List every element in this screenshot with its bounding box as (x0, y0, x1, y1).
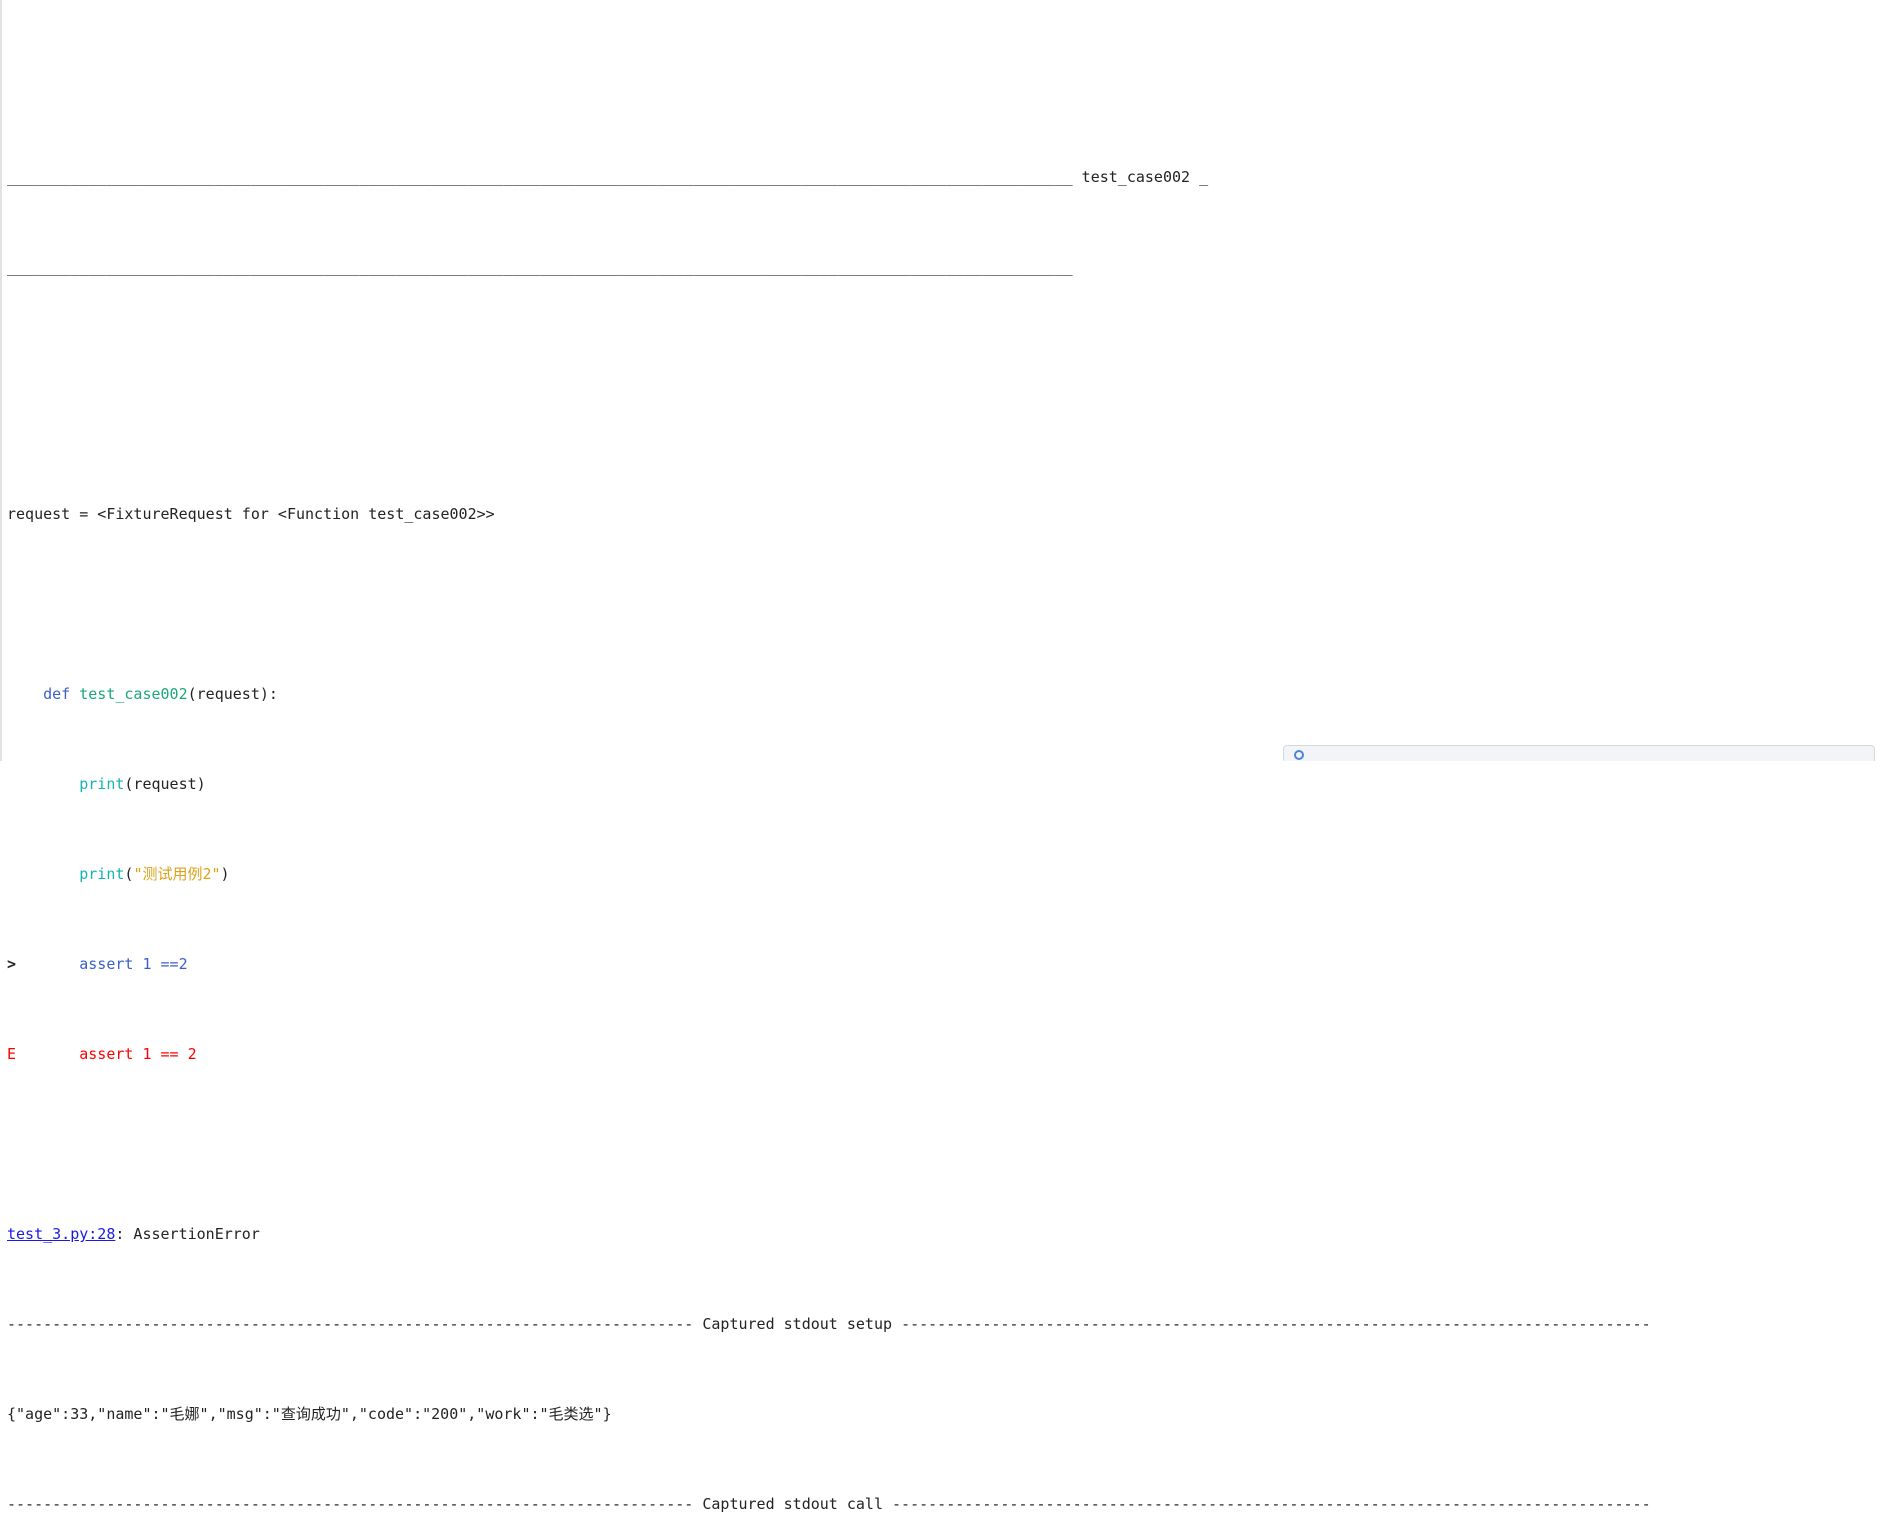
code-line-assert-error: E assert 1 == 2 (7, 1043, 1883, 1066)
code-line-print-request: print(request) (7, 773, 1883, 796)
failing-line-marker: > (7, 955, 17, 973)
separator-dashes-right: ----------------------------------------… (901, 1315, 1651, 1333)
header-rule-right: _ (1199, 167, 1209, 186)
python-assert-operand: 2 (178, 955, 188, 973)
floating-status-widget[interactable] (1283, 745, 1875, 761)
header-rule-left: ________________________________________… (7, 167, 1073, 186)
pytest-console-output: ________________________________________… (0, 0, 1883, 1513)
test-header-line: ________________________________________… (7, 166, 1883, 189)
traceback-file-link[interactable]: test_3.py:28 (7, 1225, 115, 1243)
python-function-name: test_case002 (70, 685, 188, 703)
python-string-literal: "测试用例2" (133, 865, 221, 883)
traceback-location-line: test_3.py:28: AssertionError (7, 1223, 1883, 1246)
python-keyword-assert: assert (79, 955, 134, 973)
status-circle-icon (1294, 750, 1304, 760)
error-line-marker: E (7, 1045, 17, 1063)
separator-dashes-right: ----------------------------------------… (892, 1495, 1651, 1513)
captured-call-label: Captured stdout call (702, 1495, 883, 1513)
captured-setup-label: Captured stdout setup (702, 1315, 893, 1333)
python-assert-expression: 1 == (133, 955, 179, 973)
assertion-error-text: assert 1 == 2 (79, 1045, 197, 1063)
python-builtin-print: print (79, 865, 125, 883)
python-keyword-def: def (43, 685, 71, 703)
python-print-args: (request) (124, 775, 206, 793)
python-def-tail: (request): (187, 685, 278, 703)
code-line-def: def test_case002(request): (7, 683, 1883, 706)
captured-setup-output: {"age":33,"name":"毛娜","msg":"查询成功","code… (7, 1405, 612, 1423)
header-title: test_case002 (1081, 167, 1191, 186)
left-gutter-rule (0, 0, 2, 761)
traceback-exception-name: : AssertionError (115, 1225, 260, 1243)
code-line-assert-source: > assert 1 ==2 (7, 953, 1883, 976)
separator-dashes-left: ----------------------------------------… (7, 1495, 694, 1513)
console-text-area[interactable]: ________________________________________… (7, 8, 1883, 1522)
python-builtin-print: print (79, 775, 125, 793)
captured-stdout-call-header: ----------------------------------------… (7, 1493, 1883, 1516)
test-header-rule-second: ________________________________________… (7, 257, 1073, 276)
code-line-print-string: print("测试用例2") (79, 865, 230, 883)
fixture-request-line: request = <FixtureRequest for <Function … (7, 505, 495, 523)
captured-stdout-setup-header: ----------------------------------------… (7, 1313, 1883, 1336)
separator-dashes-left: ----------------------------------------… (7, 1315, 694, 1333)
